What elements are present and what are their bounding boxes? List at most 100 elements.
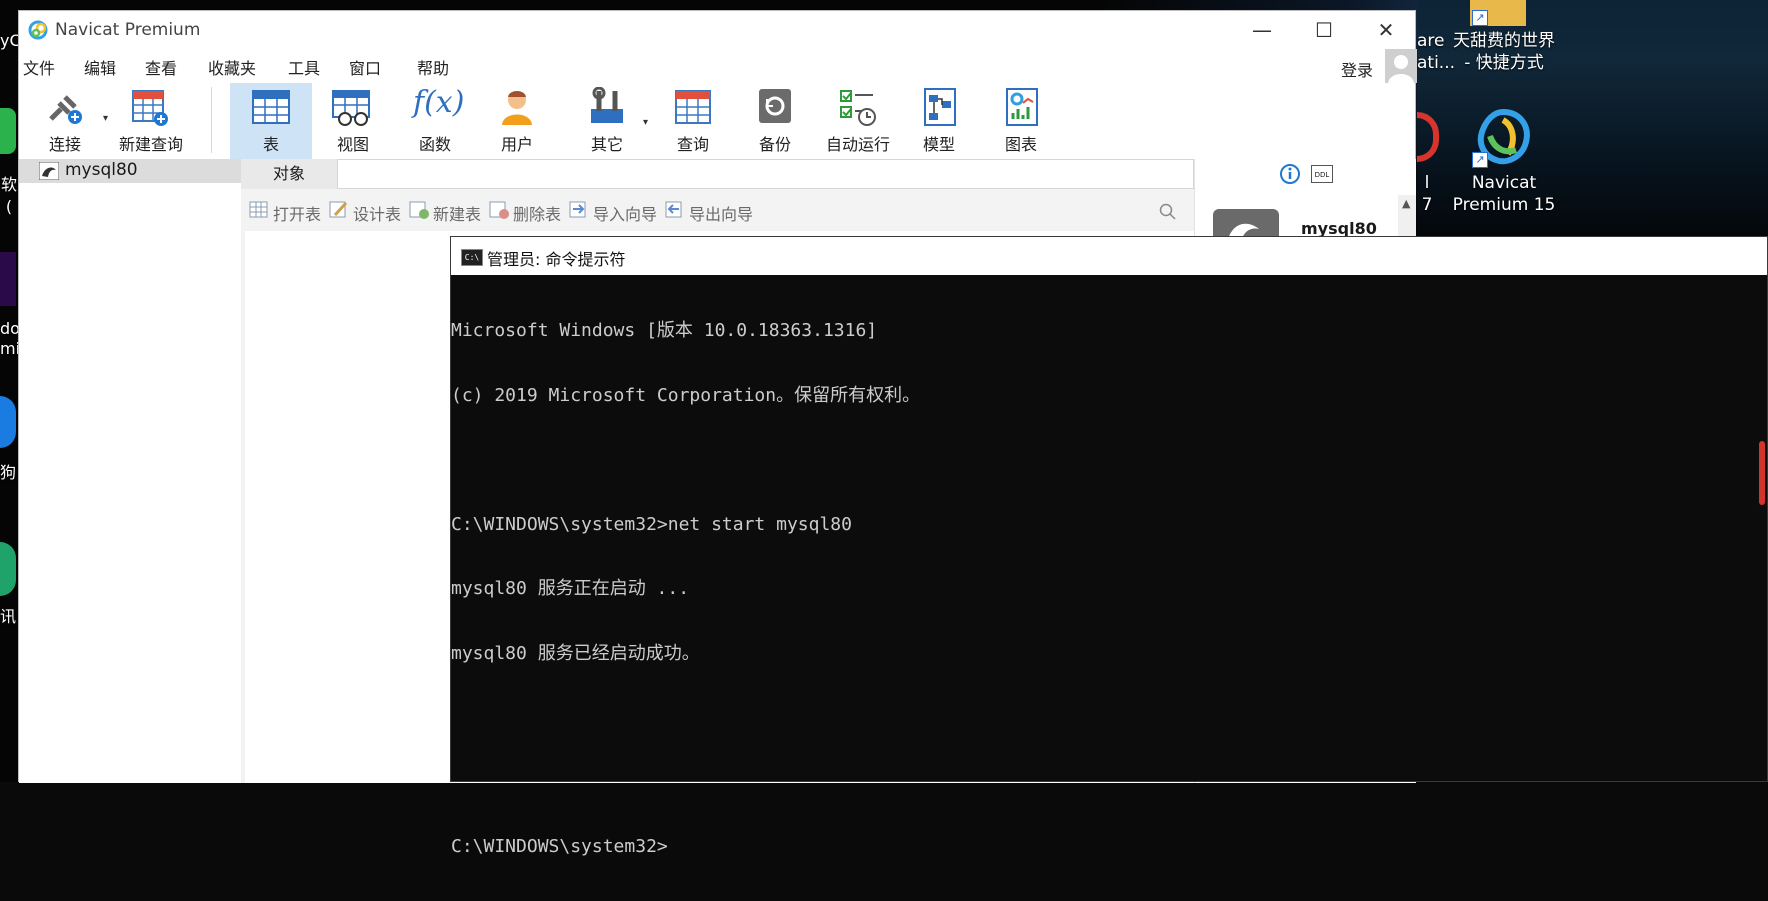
- desktop-tencent-video-icon[interactable]: [0, 542, 16, 596]
- toolbar-label: 自动运行: [825, 135, 890, 154]
- console-line: mysql80 服务已经启动成功。: [451, 642, 700, 664]
- caret-down-icon[interactable]: ▾: [103, 113, 108, 124]
- info-icon[interactable]: [1279, 163, 1301, 185]
- scroll-up-icon[interactable]: ▲: [1402, 197, 1410, 210]
- toolbar-label: 新建查询: [118, 135, 183, 154]
- login-link[interactable]: 登录: [1341, 57, 1373, 81]
- chart-button[interactable]: 图表: [985, 83, 1057, 159]
- toolbar-label: 备份: [758, 135, 791, 154]
- desktop-label-fragment: 讯: [0, 607, 17, 626]
- desktop-icon-label[interactable]: 天甜费的世界 - 快捷方式: [1452, 30, 1556, 74]
- schedule-icon: [840, 90, 876, 126]
- table-button[interactable]: 表: [230, 83, 312, 159]
- menu-edit[interactable]: 编辑: [84, 55, 116, 79]
- table-icon: [252, 90, 290, 124]
- new-table-button[interactable]: 新建表: [433, 201, 481, 225]
- view-icon: [332, 90, 370, 126]
- desktop-label-fragment: 软(: [0, 175, 17, 216]
- toolbar-label: 连接: [48, 135, 81, 154]
- function-icon: f(x): [413, 85, 465, 120]
- main-toolbar: 连接 ▾ 新建查询 表 视图 f(x) 函数 用户 其它 ▾ 查询 备份 自动运…: [19, 83, 1415, 159]
- user-icon: [502, 91, 532, 125]
- cmd-scrollbar-thumb[interactable]: [1759, 441, 1765, 505]
- tab-objects[interactable]: 对象: [241, 159, 337, 189]
- mysql-connection-icon: [39, 162, 59, 180]
- connect-button[interactable]: 连接: [33, 83, 97, 159]
- backup-button[interactable]: 备份: [739, 83, 811, 159]
- function-button[interactable]: f(x) 函数: [399, 83, 471, 159]
- toolbar-label: 函数: [418, 135, 451, 154]
- menu-tools[interactable]: 工具: [288, 55, 320, 79]
- desktop-left-strip: yC 软( do mie 狗 讯: [0, 0, 30, 782]
- caret-down-icon[interactable]: ▾: [643, 117, 648, 128]
- desktop-premiere-icon[interactable]: [0, 252, 16, 306]
- import-wizard-button[interactable]: 导入向导: [593, 201, 657, 225]
- console-line: (c) 2019 Microsoft Corporation。保留所有权利。: [451, 384, 921, 406]
- ddl-icon[interactable]: DDL: [1311, 165, 1333, 183]
- desktop-app-icon[interactable]: [0, 108, 16, 154]
- close-button[interactable]: ✕: [1355, 15, 1417, 45]
- menu-help[interactable]: 帮助: [417, 55, 449, 79]
- console-line: C:\WINDOWS\system32>net start mysql80: [451, 513, 852, 535]
- navicat-titlebar[interactable]: Navicat Premium — ☐ ✕: [19, 11, 1415, 49]
- query-icon: [675, 90, 711, 124]
- maximize-button[interactable]: ☐: [1293, 15, 1355, 45]
- console-line: Microsoft Windows [版本 10.0.18363.1316]: [451, 320, 878, 341]
- query-button[interactable]: 查询: [657, 83, 729, 159]
- cmd-console-output[interactable]: Microsoft Windows [版本 10.0.18363.1316] (…: [451, 275, 1767, 857]
- toolbar-label: 其它: [590, 135, 623, 154]
- new-query-icon: [132, 90, 168, 126]
- desktop-icon-label[interactable]: Navicat Premium 15: [1448, 172, 1560, 216]
- connection-label: mysql80: [65, 160, 138, 180]
- model-icon: [924, 88, 956, 126]
- model-button[interactable]: 模型: [903, 83, 975, 159]
- export-wizard-button[interactable]: 导出向导: [689, 201, 753, 225]
- open-table-button[interactable]: 打开表: [273, 201, 321, 225]
- cmd-icon: C:\: [461, 249, 483, 266]
- menu-file[interactable]: 文件: [23, 55, 55, 79]
- shortcut-arrow-icon: ↗: [1472, 152, 1488, 168]
- new-table-icon: [409, 199, 429, 219]
- desktop-icon-label[interactable]: are ati...: [1417, 30, 1457, 74]
- avatar[interactable]: [1385, 49, 1417, 83]
- chart-icon: [1006, 88, 1038, 126]
- automation-button[interactable]: 自动运行: [819, 83, 897, 159]
- menu-bar: 文件 编辑 查看 收藏夹 工具 窗口 帮助 登录: [19, 49, 1417, 83]
- open-table-icon: [249, 199, 269, 219]
- connection-tree: mysql80: [19, 159, 242, 783]
- toolbar-label: 用户: [500, 135, 533, 154]
- menu-window[interactable]: 窗口: [349, 55, 381, 79]
- new-query-button[interactable]: 新建查询: [115, 83, 187, 159]
- desktop-kugou-icon[interactable]: [0, 396, 16, 448]
- toolbar-label: 图表: [1004, 135, 1037, 154]
- cmd-titlebar[interactable]: C:\ 管理员: 命令提示符: [451, 237, 1767, 275]
- menu-favorites[interactable]: 收藏夹: [208, 55, 256, 79]
- user-button[interactable]: 用户: [481, 83, 553, 159]
- connection-item-mysql80[interactable]: mysql80: [19, 159, 241, 183]
- minimize-button[interactable]: —: [1231, 15, 1293, 45]
- delete-table-button[interactable]: 删除表: [513, 201, 561, 225]
- view-button[interactable]: 视图: [317, 83, 389, 159]
- console-line: mysql80 服务正在启动 ...: [451, 578, 690, 599]
- design-table-icon: [329, 199, 349, 219]
- toolbar-label: 查询: [676, 135, 709, 154]
- design-table-button[interactable]: 设计表: [353, 201, 401, 225]
- backup-icon: [759, 89, 791, 123]
- user-avatar-icon: [1388, 55, 1414, 83]
- others-button[interactable]: 其它: [571, 83, 643, 159]
- toolbar-label: 模型: [922, 135, 955, 154]
- desktop-label-fragment: do: [0, 319, 20, 338]
- toolbar-label: 表: [262, 135, 279, 154]
- search-icon[interactable]: [1159, 203, 1177, 221]
- shortcut-arrow-icon: ↗: [1472, 10, 1488, 26]
- toolbar-divider: [211, 87, 212, 153]
- desktop-icon-label[interactable]: l 7: [1417, 172, 1437, 216]
- connect-icon: [49, 95, 82, 124]
- tab-strip: [337, 159, 1194, 189]
- menu-view[interactable]: 查看: [145, 55, 177, 79]
- desktop-label-fragment: 狗: [0, 463, 17, 482]
- toolbar-label: 视图: [336, 135, 369, 154]
